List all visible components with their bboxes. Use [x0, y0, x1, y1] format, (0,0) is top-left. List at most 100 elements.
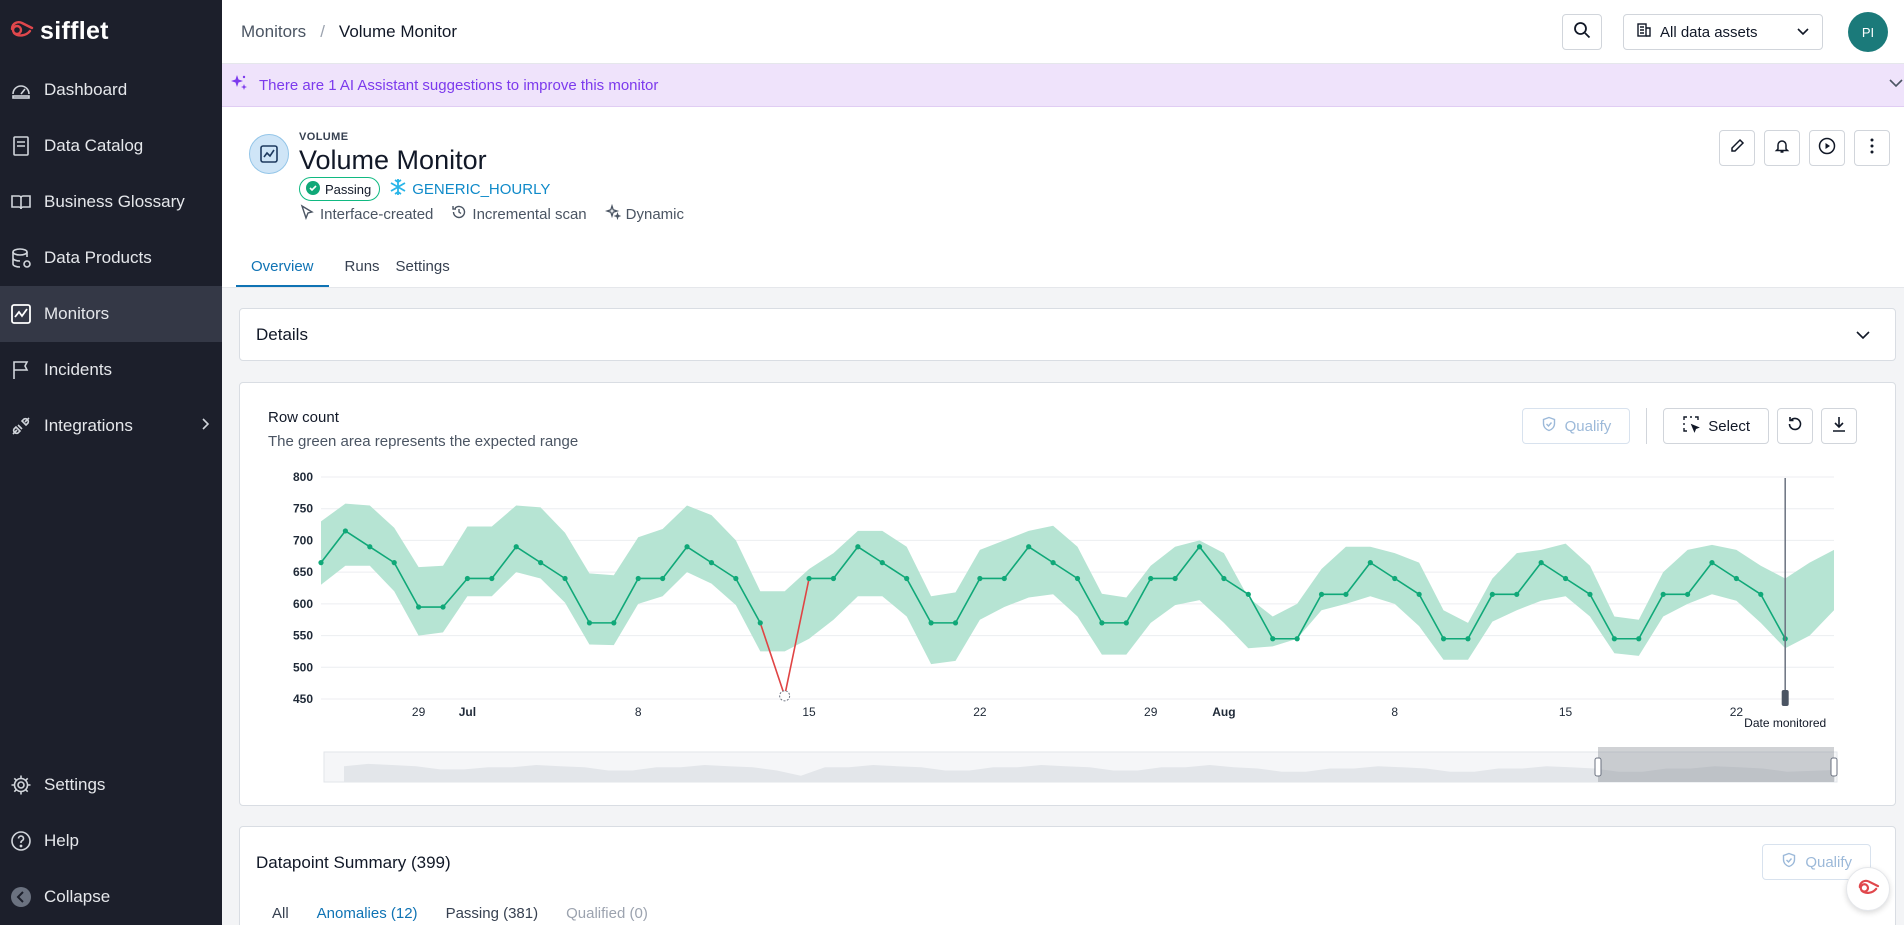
data-point	[1733, 575, 1739, 582]
sidebar-item-business-glossary[interactable]: Business Glossary	[0, 174, 222, 230]
data-point	[1489, 591, 1495, 597]
y-tick-label: 650	[293, 565, 313, 579]
row-count-chart[interactable]: 450 500 550 600 650 700 750 800 Date monitored 29…	[240, 383, 1897, 807]
data-point	[1367, 560, 1373, 566]
breadcrumb-current: Volume Monitor	[338, 21, 458, 41]
assistant-fab-button[interactable]	[1846, 867, 1890, 911]
sidebar-item-help[interactable]: Help	[0, 813, 222, 869]
data-point	[855, 544, 861, 550]
schedule-link[interactable]: GENERIC_HOURLY	[389, 178, 550, 200]
details-panel[interactable]: Details	[239, 308, 1896, 361]
notifications-button[interactable]	[1764, 130, 1800, 166]
sidebar-bottom: Settings Help Collapse	[0, 757, 222, 925]
data-point	[1587, 591, 1593, 597]
edit-button[interactable]	[1719, 130, 1755, 166]
shield-check-icon	[1781, 852, 1797, 872]
tab-anomalies[interactable]: Anomalies (12)	[317, 905, 418, 922]
book-icon	[10, 191, 32, 213]
data-point	[733, 575, 739, 582]
x-tick-label: 29	[1144, 705, 1158, 719]
data-point	[1538, 560, 1544, 566]
sidebar-item-monitors[interactable]: Monitors	[0, 286, 222, 342]
sidebar-item-integrations[interactable]: Integrations	[0, 398, 222, 454]
logo-text: sifflet	[40, 16, 109, 45]
tab-settings[interactable]: Settings	[396, 258, 450, 287]
data-point	[684, 544, 690, 550]
breadcrumb-separator: /	[320, 21, 325, 41]
sidebar-item-label: Settings	[44, 775, 106, 794]
avatar[interactable]: PI	[1848, 12, 1888, 52]
data-point	[1416, 591, 1422, 597]
tab-passing[interactable]: Passing (381)	[446, 905, 539, 922]
pencil-icon	[1729, 138, 1745, 158]
monitor-meta: Interface-created Incremental scan Dynam…	[299, 203, 684, 224]
meta-incremental-scan: Incremental scan	[451, 204, 587, 224]
ai-banner-text: There are 1 AI Assistant suggestions to …	[259, 76, 659, 94]
data-point	[1562, 575, 1569, 582]
sidebar-item-label: Help	[44, 831, 79, 850]
sifflet-logo-icon	[8, 18, 34, 44]
ai-suggestion-banner[interactable]: There are 1 AI Assistant suggestions to …	[222, 64, 1904, 107]
y-tick-label: 550	[293, 629, 313, 643]
sidebar-item-settings[interactable]: Settings	[0, 757, 222, 813]
chevron-right-icon	[200, 416, 210, 436]
header-actions	[1719, 130, 1890, 166]
sidebar-item-label: Monitors	[44, 304, 110, 323]
sifflet-logo-icon	[1856, 877, 1880, 901]
chevron-down-icon[interactable]	[1888, 76, 1904, 93]
data-point	[342, 528, 349, 534]
search-button[interactable]	[1562, 14, 1602, 50]
data-point	[611, 620, 617, 626]
tab-overview[interactable]: Overview	[236, 258, 329, 287]
search-icon	[1573, 21, 1591, 43]
logo[interactable]: sifflet	[0, 0, 222, 62]
sidebar-item-data-catalog[interactable]: Data Catalog	[0, 118, 222, 174]
sidebar-nav: Dashboard Data Catalog Business Glossary…	[0, 62, 222, 454]
tab-runs[interactable]: Runs	[345, 258, 380, 287]
data-point	[830, 575, 837, 582]
row-count-chart-card: Row count The green area represents the …	[239, 382, 1896, 806]
data-point	[806, 575, 812, 582]
more-options-button[interactable]	[1854, 130, 1890, 166]
breadcrumb-monitors[interactable]: Monitors	[241, 22, 306, 42]
data-point	[1026, 544, 1032, 550]
status-badge: Passing	[299, 177, 381, 201]
gear-icon	[10, 774, 32, 796]
data-point	[1684, 591, 1691, 597]
data-point	[1221, 575, 1227, 582]
snowflake-icon	[389, 178, 407, 200]
details-label: Details	[256, 324, 308, 344]
x-tick-label: 29	[412, 705, 426, 719]
sidebar-item-incidents[interactable]: Incidents	[0, 342, 222, 398]
data-point	[660, 575, 666, 582]
data-point	[928, 620, 934, 626]
data-point	[1318, 591, 1325, 597]
sidebar-item-dashboard[interactable]: Dashboard	[0, 62, 222, 118]
data-point	[464, 575, 471, 582]
asset-filter-select[interactable]: All data assets	[1623, 14, 1823, 50]
data-point	[1270, 636, 1276, 642]
navigator-window	[1598, 747, 1834, 782]
sidebar-item-data-products[interactable]: Data Products	[0, 230, 222, 286]
date-monitored-handle	[1781, 690, 1789, 706]
run-button[interactable]	[1809, 130, 1845, 166]
data-point	[1050, 560, 1056, 566]
data-point	[1343, 591, 1349, 597]
navigator-handle-right	[1830, 757, 1838, 777]
meta-label: Incremental scan	[472, 205, 587, 223]
data-point	[538, 560, 544, 566]
page-title: Volume Monitor	[299, 145, 487, 175]
flag-icon	[10, 359, 32, 381]
tab-all[interactable]: All	[272, 905, 289, 922]
x-tick-label: 8	[635, 705, 642, 719]
status-label: Passing	[325, 181, 372, 197]
history-icon	[451, 204, 467, 224]
monitor-badges: Passing GENERIC_HOURLY	[299, 177, 550, 201]
data-point	[416, 604, 422, 610]
sidebar-item-label: Data Catalog	[44, 136, 144, 155]
monitor-type: VOLUME	[299, 131, 349, 143]
meta-interface-created: Interface-created	[299, 204, 433, 224]
data-point	[1611, 636, 1617, 642]
sidebar-item-collapse[interactable]: Collapse	[0, 869, 222, 925]
tab-qualified[interactable]: Qualified (0)	[566, 905, 648, 922]
